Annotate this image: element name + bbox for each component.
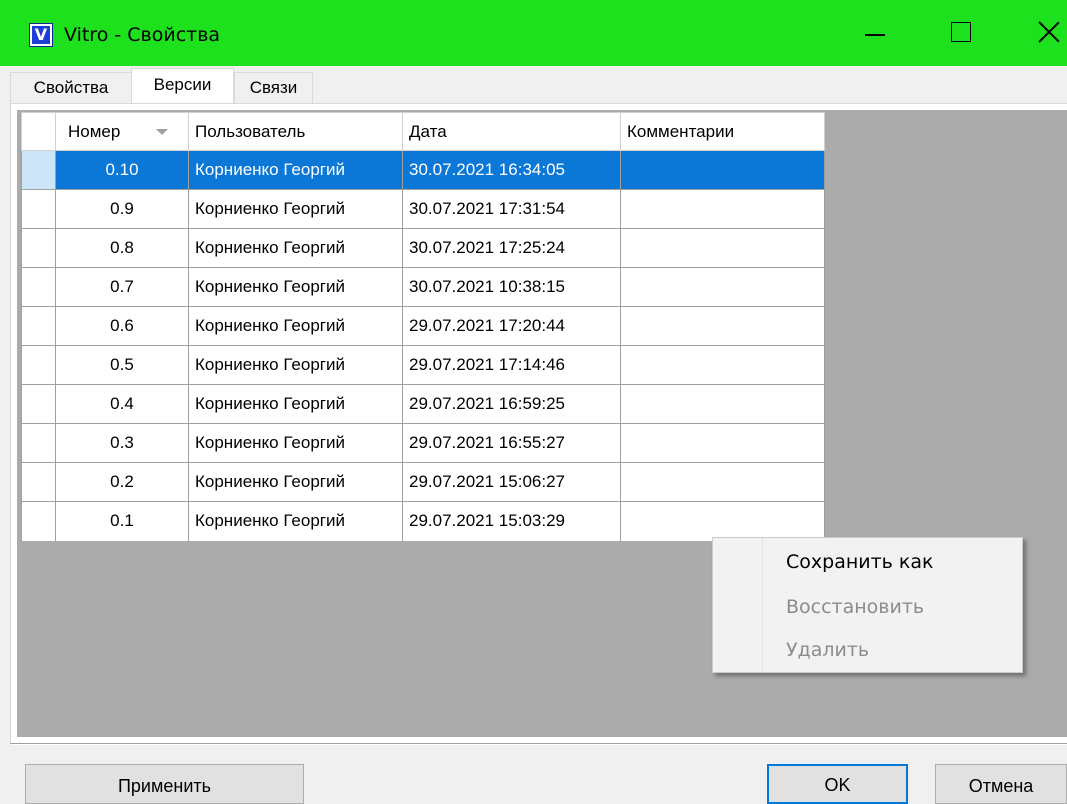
row-header-cell[interactable] [21,150,56,190]
cell-date[interactable]: 30.07.2021 17:25:24 [402,228,621,268]
cell-comment[interactable] [620,384,825,424]
cell-comment[interactable] [620,501,825,541]
cell-date[interactable]: 30.07.2021 16:34:05 [402,150,621,190]
cell-number[interactable]: 0.2 [55,462,189,502]
row-header-cell[interactable] [21,306,56,346]
row-header-cell[interactable] [21,267,56,307]
cell-user[interactable]: Корниенко Георгий [188,267,403,307]
title-bar[interactable]: V Vitro - Свойства [0,0,1067,66]
column-header-number[interactable]: Номер [55,112,189,151]
cell-number[interactable]: 0.7 [55,267,189,307]
cell-user[interactable]: Корниенко Георгий [188,189,403,229]
cell-user[interactable]: Корниенко Георгий [188,345,403,385]
table-row[interactable]: 0.8 Корниенко Георгий 30.07.2021 17:25:24 [21,228,825,268]
table-row[interactable]: 0.5 Корниенко Георгий 29.07.2021 17:14:46 [21,345,825,385]
table-row[interactable]: 0.1 Корниенко Георгий 29.07.2021 15:03:29 [21,501,825,541]
window-title: Vitro - Свойства [64,24,221,46]
column-header-user[interactable]: Пользователь [188,112,403,151]
cell-comment[interactable] [620,306,825,346]
grid-body: 0.10 Корниенко Георгий 30.07.2021 16:34:05… [21,150,825,541]
cell-comment[interactable] [620,423,825,463]
cell-date[interactable]: 29.07.2021 15:03:29 [402,501,621,541]
tab-strip: Свойства Связи Версии [0,66,1067,104]
cell-comment[interactable] [620,267,825,307]
cell-date[interactable]: 29.07.2021 17:14:46 [402,345,621,385]
context-menu: Сохранить как Восстановить Удалить [712,537,1023,673]
row-header-corner [21,112,56,151]
cell-user[interactable]: Корниенко Георгий [188,228,403,268]
cancel-button[interactable]: Отмена [935,764,1067,804]
maximize-button[interactable] [941,12,981,52]
row-header-cell[interactable] [21,501,56,541]
cell-comment[interactable] [620,189,825,229]
menu-item-restore[interactable]: Восстановить [786,596,924,618]
table-row[interactable]: 0.3 Корниенко Георгий 29.07.2021 16:55:27 [21,423,825,463]
column-header-number-label: Номер [68,121,121,141]
cell-number[interactable]: 0.6 [55,306,189,346]
column-header-comments[interactable]: Комментарии [620,112,825,151]
cell-user[interactable]: Корниенко Георгий [188,150,403,190]
minimize-button[interactable] [855,12,895,52]
cell-date[interactable]: 29.07.2021 16:55:27 [402,423,621,463]
ok-button[interactable]: OK [767,764,908,804]
row-header-cell[interactable] [21,384,56,424]
menu-item-save-as[interactable]: Сохранить как [786,551,934,573]
cell-date[interactable]: 29.07.2021 15:06:27 [402,462,621,502]
cell-user[interactable]: Корниенко Георгий [188,501,403,541]
table-row[interactable]: 0.4 Корниенко Георгий 29.07.2021 16:59:25 [21,384,825,424]
grid-header-row: Номер Пользователь Дата Комментарии [21,112,825,151]
versions-grid: Номер Пользователь Дата Комментарии 0.10… [21,112,825,541]
table-row[interactable]: 0.10 Корниенко Георгий 30.07.2021 16:34:05 [21,150,825,190]
cell-number[interactable]: 0.10 [55,150,189,190]
tab-links[interactable]: Связи [234,72,313,104]
row-header-cell[interactable] [21,228,56,268]
table-row[interactable]: 0.9 Корниенко Георгий 30.07.2021 17:31:54 [21,189,825,229]
row-header-cell[interactable] [21,462,56,502]
vitro-app-icon: V [29,23,53,47]
cell-number[interactable]: 0.4 [55,384,189,424]
cell-user[interactable]: Корниенко Георгий [188,423,403,463]
cell-number[interactable]: 0.3 [55,423,189,463]
cell-user[interactable]: Корниенко Георгий [188,384,403,424]
properties-dialog: V Vitro - Свойства Свойства Связи Версии… [0,0,1067,804]
cell-user[interactable]: Корниенко Георгий [188,306,403,346]
sort-descending-icon [156,129,168,135]
cell-user[interactable]: Корниенко Георгий [188,462,403,502]
cell-date[interactable]: 30.07.2021 17:31:54 [402,189,621,229]
cell-number[interactable]: 0.5 [55,345,189,385]
row-header-cell[interactable] [21,345,56,385]
cell-comment[interactable] [620,345,825,385]
cell-date[interactable]: 30.07.2021 10:38:15 [402,267,621,307]
cell-comment[interactable] [620,462,825,502]
button-separator [10,743,1067,745]
row-header-cell[interactable] [21,423,56,463]
cell-comment[interactable] [620,150,825,190]
cell-date[interactable]: 29.07.2021 16:59:25 [402,384,621,424]
table-row[interactable]: 0.2 Корниенко Георгий 29.07.2021 15:06:27 [21,462,825,502]
cell-number[interactable]: 0.8 [55,228,189,268]
apply-button[interactable]: Применить [25,764,304,804]
cell-comment[interactable] [620,228,825,268]
table-row[interactable]: 0.7 Корниенко Георгий 30.07.2021 10:38:15 [21,267,825,307]
column-header-date[interactable]: Дата [402,112,621,151]
row-header-cell[interactable] [21,189,56,229]
cell-date[interactable]: 29.07.2021 17:20:44 [402,306,621,346]
tab-versions[interactable]: Версии [131,68,234,104]
context-menu-gutter [713,538,763,672]
table-row[interactable]: 0.6 Корниенко Георгий 29.07.2021 17:20:44 [21,306,825,346]
close-button[interactable] [1030,12,1067,52]
cell-number[interactable]: 0.1 [55,501,189,541]
menu-item-delete[interactable]: Удалить [786,639,869,661]
tab-properties[interactable]: Свойства [10,72,132,104]
cell-number[interactable]: 0.9 [55,189,189,229]
